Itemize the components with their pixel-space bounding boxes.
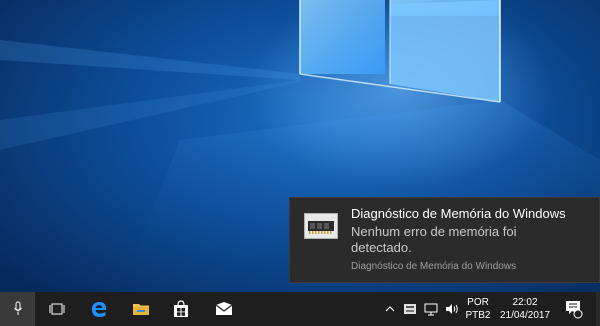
network-button[interactable]	[421, 292, 441, 326]
network-icon	[424, 303, 438, 315]
cortana-microphone-button[interactable]	[0, 292, 35, 326]
language-code: POR	[467, 297, 489, 308]
mail-taskbar-button[interactable]	[206, 292, 242, 326]
file-explorer-taskbar-button[interactable]	[124, 292, 158, 326]
notification-title: Diagnóstico de Memória do Windows	[351, 206, 566, 221]
volume-button[interactable]	[442, 292, 462, 326]
notification-toast[interactable]: Diagnóstico de Memória do Windows Nenhum…	[289, 197, 600, 283]
keyboard-layout: PTB2	[465, 310, 491, 321]
chevron-up-icon	[385, 306, 395, 312]
store-taskbar-button[interactable]	[164, 292, 198, 326]
edge-icon	[92, 302, 106, 317]
notification-count-badge: 1	[572, 307, 576, 314]
clock[interactable]: 22:02 21/04/2017	[496, 296, 554, 322]
clock-date: 21/04/2017	[499, 310, 551, 321]
edge-taskbar-button[interactable]	[82, 292, 116, 326]
clock-time: 22:02	[512, 297, 538, 308]
taskbar: POR PTB2 22:02 21/04/2017 1	[0, 292, 600, 326]
microphone-icon	[13, 301, 22, 315]
notification-body: Nenhum erro de memória foi detectado.	[351, 224, 517, 255]
show-desktop-button[interactable]	[596, 292, 600, 326]
tray-app-icon	[404, 304, 416, 314]
volume-icon	[446, 304, 458, 314]
memory-chip-icon	[304, 213, 338, 239]
store-icon	[174, 300, 188, 317]
file-explorer-icon	[133, 304, 149, 315]
notification-source: Diagnóstico de Memória do Windows	[351, 261, 517, 272]
mail-icon	[215, 302, 233, 315]
tray-app-button[interactable]	[400, 292, 420, 326]
action-center-button[interactable]: 1	[560, 292, 588, 326]
language-indicator[interactable]: POR PTB2	[464, 296, 492, 322]
task-view-button[interactable]	[40, 292, 74, 326]
show-hidden-icons-button[interactable]	[382, 292, 398, 326]
task-view-icon	[49, 303, 65, 315]
